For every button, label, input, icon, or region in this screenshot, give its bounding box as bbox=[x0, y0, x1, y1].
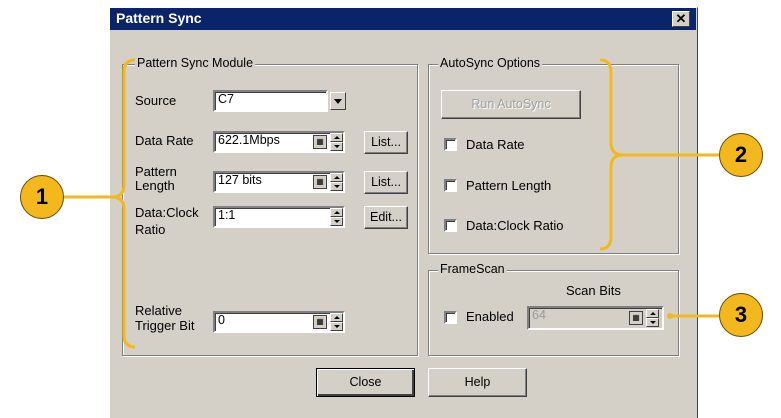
callout-3-dot bbox=[667, 313, 673, 319]
callout-3: 3 bbox=[719, 293, 763, 337]
callout-1: 1 bbox=[20, 175, 64, 219]
callout-2-bracket bbox=[599, 58, 624, 251]
callout-2: 2 bbox=[719, 133, 763, 177]
callout-overlay bbox=[64, 58, 720, 349]
callout-1-bracket bbox=[111, 58, 136, 349]
